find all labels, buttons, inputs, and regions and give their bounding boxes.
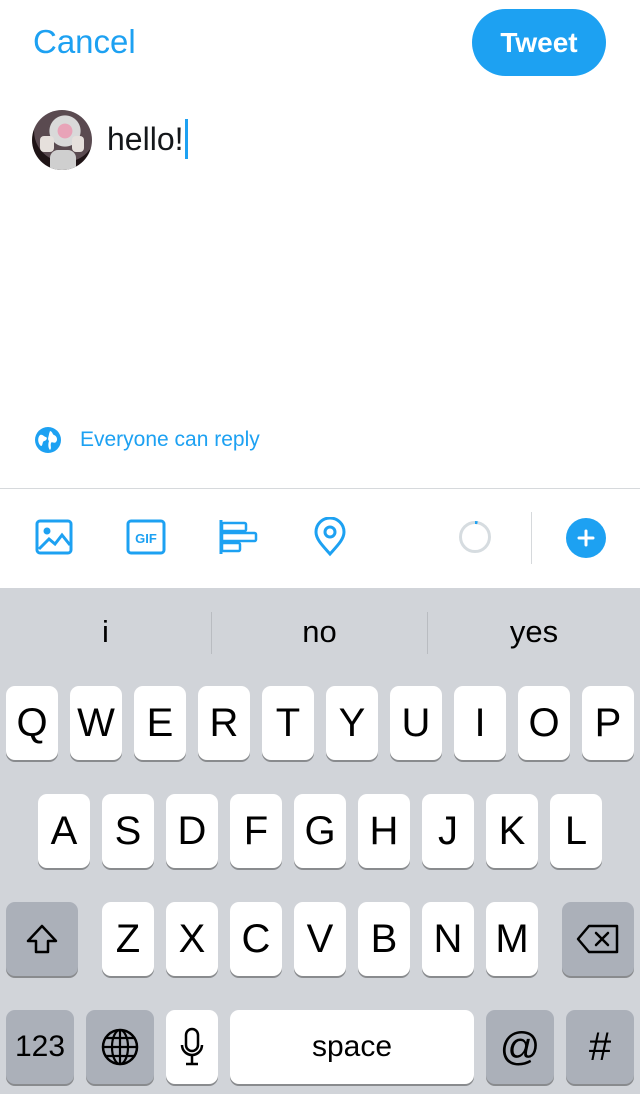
compose-toolbar: GIF (0, 489, 640, 588)
location-button[interactable] (310, 517, 350, 557)
key-x[interactable]: X (166, 902, 218, 976)
progress-ring (459, 521, 491, 553)
add-tweet-button[interactable] (566, 518, 606, 558)
key-s[interactable]: S (102, 794, 154, 868)
tweet-text: hello! (107, 121, 184, 157)
key-v[interactable]: V (294, 902, 346, 976)
key-i[interactable]: I (454, 686, 506, 760)
key-b[interactable]: B (358, 902, 410, 976)
cancel-button[interactable]: Cancel (33, 22, 136, 62)
dictation-key[interactable] (166, 1010, 218, 1084)
suggestion-2[interactable]: no (212, 588, 427, 676)
avatar-hand-right (72, 136, 84, 152)
key-n[interactable]: N (422, 902, 474, 976)
key-y[interactable]: Y (326, 686, 378, 760)
keyboard: i no yes Q W E R T Y U I O P A S D F G H… (0, 588, 640, 1094)
key-o[interactable]: O (518, 686, 570, 760)
avatar[interactable] (32, 110, 92, 170)
key-g[interactable]: G (294, 794, 346, 868)
globe-icon (35, 427, 61, 453)
key-a[interactable]: A (38, 794, 90, 868)
shift-key[interactable] (6, 902, 78, 976)
location-icon (314, 517, 346, 557)
key-k[interactable]: K (486, 794, 538, 868)
image-icon (35, 519, 73, 555)
backspace-key[interactable] (562, 902, 634, 976)
key-q[interactable]: Q (6, 686, 58, 760)
avatar-shirt (50, 150, 76, 170)
gif-button[interactable]: GIF (126, 517, 166, 557)
reply-setting-button[interactable]: Everyone can reply (34, 424, 260, 456)
compose-header: Cancel Tweet (0, 0, 640, 90)
toolbar-separator (531, 512, 532, 564)
shift-icon (26, 924, 58, 954)
at-key[interactable]: @ (486, 1010, 554, 1084)
suggestion-3[interactable]: yes (428, 588, 640, 676)
globe-key[interactable] (86, 1010, 154, 1084)
key-r[interactable]: R (198, 686, 250, 760)
key-w[interactable]: W (70, 686, 122, 760)
text-caret (184, 119, 188, 159)
gif-label: GIF (135, 531, 157, 546)
gif-icon: GIF (126, 519, 166, 555)
key-e[interactable]: E (134, 686, 186, 760)
key-p[interactable]: P (582, 686, 634, 760)
key-z[interactable]: Z (102, 902, 154, 976)
poll-icon (219, 520, 258, 554)
key-h[interactable]: H (358, 794, 410, 868)
suggestion-1[interactable]: i (0, 588, 211, 676)
key-t[interactable]: T (262, 686, 314, 760)
key-l[interactable]: L (550, 794, 602, 868)
key-c[interactable]: C (230, 902, 282, 976)
numbers-key[interactable]: 123 (6, 1010, 74, 1084)
key-j[interactable]: J (422, 794, 474, 868)
image-button[interactable] (34, 517, 74, 557)
hash-key[interactable]: # (566, 1010, 634, 1084)
backspace-icon (576, 924, 619, 954)
avatar-hand-left (40, 136, 54, 152)
plus-icon (577, 529, 595, 547)
globe-key-icon (101, 1028, 139, 1066)
tweet-text-field[interactable]: hello! (107, 118, 188, 160)
key-u[interactable]: U (390, 686, 442, 760)
key-f[interactable]: F (230, 794, 282, 868)
key-m[interactable]: M (486, 902, 538, 976)
space-key[interactable]: space (230, 1010, 474, 1084)
tweet-button[interactable]: Tweet (472, 9, 606, 76)
key-d[interactable]: D (166, 794, 218, 868)
poll-button[interactable] (218, 517, 258, 557)
reply-setting-label: Everyone can reply (80, 428, 260, 451)
microphone-icon (180, 1027, 204, 1066)
